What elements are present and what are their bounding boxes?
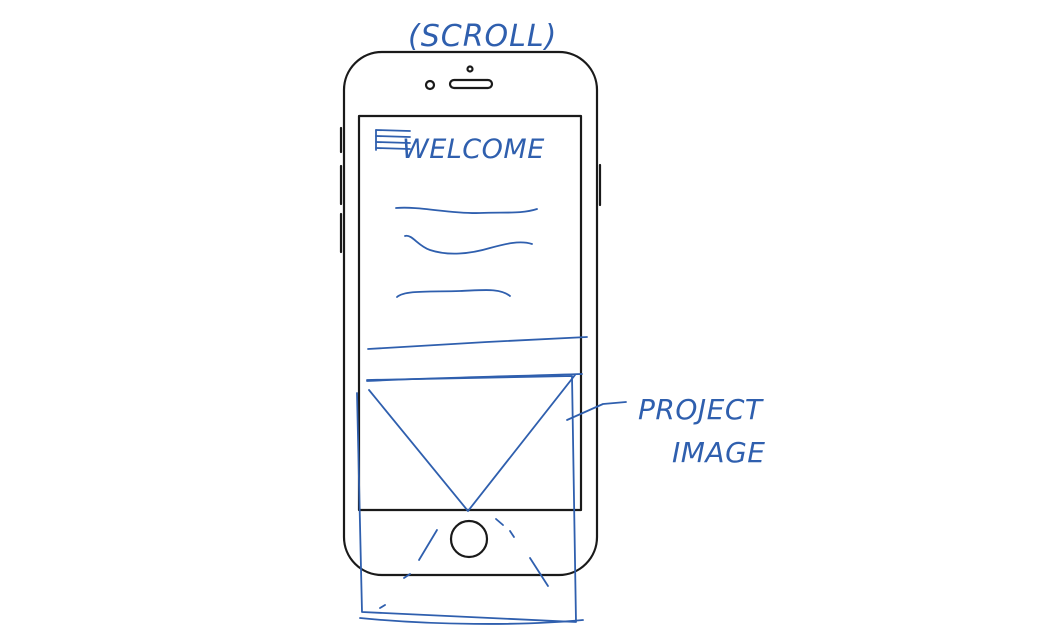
top-sensor [466, 65, 474, 73]
scroll-hint-curve [379, 604, 386, 609]
project-label-line1: PROJECT [638, 393, 764, 426]
wireframe-sketch: (SCROLL) WELCOME PROJECT IMAGE [339, 19, 765, 625]
home-button[interactable] [449, 519, 489, 559]
front-camera [424, 79, 436, 91]
text-line-placeholder [395, 206, 538, 214]
welcome-title: WELCOME [402, 134, 545, 165]
pen-annotations [356, 129, 627, 625]
text-line-placeholder [396, 289, 511, 298]
scroll-hint-curve [495, 518, 504, 526]
phone-screen [357, 114, 583, 512]
scroll-hint-curve [509, 530, 515, 538]
scroll-hint-curve [418, 529, 438, 561]
section-divider [367, 336, 588, 350]
text-line-placeholder [404, 234, 533, 255]
earpiece-speaker [448, 78, 494, 90]
image-placeholder-icon [356, 374, 584, 625]
project-label-line2: IMAGE [672, 436, 765, 469]
scroll-label: (SCROLL) [408, 19, 557, 54]
scroll-hint-curve [529, 557, 549, 587]
